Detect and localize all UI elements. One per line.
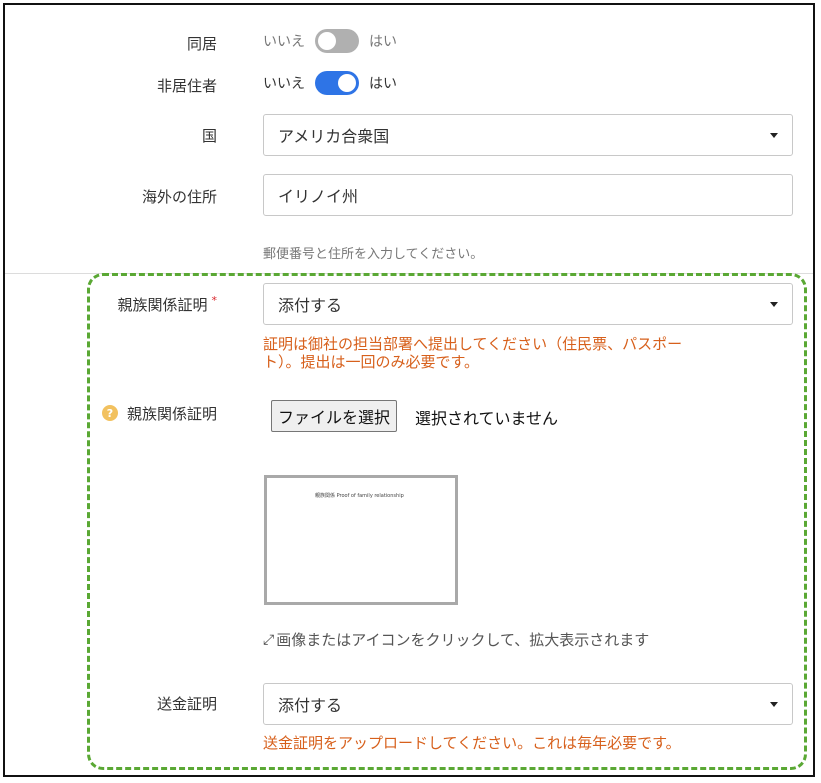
kinship-cert-warning: 証明は御社の担当部署へ提出してください（住民票、パスポー ト）。提出は一回のみ必… — [263, 335, 763, 371]
non-resident-label: 非居住者 — [156, 77, 217, 95]
kinship-file-label: 親族関係証明 — [126, 405, 217, 423]
kinship-cert-value: 添付する — [278, 296, 343, 315]
cohabitation-label: 同居 — [186, 35, 217, 53]
overseas-address-input[interactable]: イリノイ州 — [263, 174, 793, 216]
kinship-cert-select[interactable]: 添付する — [263, 283, 793, 325]
country-value: アメリカ合衆国 — [278, 127, 390, 146]
overseas-address-hint: 郵便番号と住所を入力してください。 — [263, 247, 484, 262]
overseas-address-label: 海外の住所 — [141, 188, 217, 206]
section-divider — [5, 273, 813, 274]
cohabitation-toggle-row: いいえ はい — [263, 29, 397, 53]
kinship-cert-label-text: 親族関係証明 — [117, 296, 208, 314]
document-thumbnail[interactable]: 親族関係 Proof of family relationship — [264, 475, 458, 605]
toggle-knob — [318, 32, 336, 50]
non-resident-toggle[interactable] — [315, 71, 359, 95]
choose-file-button[interactable]: ファイルを選択 — [271, 400, 398, 432]
remittance-cert-select[interactable]: 添付する — [263, 683, 793, 725]
kinship-cert-label: 親族関係証明 * — [117, 294, 217, 315]
required-mark: * — [211, 294, 218, 307]
country-select[interactable]: アメリカ合衆国 — [263, 114, 793, 156]
remittance-cert-label: 送金証明 — [156, 695, 217, 713]
remittance-cert-warning: 送金証明をアップロードしてください。これは毎年必要です。 — [263, 734, 681, 752]
cohabitation-yes-label: はい — [369, 34, 397, 50]
kinship-cert-warning-line2: ト）。提出は一回のみ必要です。 — [263, 353, 480, 371]
chevron-down-icon — [770, 702, 778, 707]
cohabitation-toggle[interactable] — [315, 29, 359, 53]
non-resident-no-label: いいえ — [263, 76, 305, 92]
country-label: 国 — [201, 127, 217, 145]
non-resident-yes-label: はい — [369, 76, 397, 92]
expand-hint: 画像またはアイコンをクリックして、拡大表示されます — [276, 631, 650, 649]
thumbnail-text: 親族関係 Proof of family relationship — [315, 493, 404, 499]
help-icon[interactable]: ? — [102, 405, 118, 421]
expand-icon: ⤢ — [263, 631, 275, 648]
form-frame: 同居 いいえ はい 非居住者 いいえ はい 国 アメリカ合衆国 海外の住所 イリ… — [3, 3, 815, 777]
non-resident-toggle-row: いいえ はい — [263, 71, 397, 95]
remittance-cert-value: 添付する — [278, 696, 343, 715]
file-status: 選択されていません — [415, 409, 559, 428]
overseas-address-value: イリノイ州 — [278, 187, 359, 206]
expand-hint-row: ⤢ 画像またはアイコンをクリックして、拡大表示されます — [263, 629, 649, 650]
chevron-down-icon — [770, 133, 778, 138]
toggle-knob — [338, 74, 356, 92]
cohabitation-no-label: いいえ — [263, 34, 305, 50]
kinship-cert-warning-line1: 証明は御社の担当部署へ提出してください（住民票、パスポー — [263, 335, 683, 353]
chevron-down-icon — [770, 302, 778, 307]
